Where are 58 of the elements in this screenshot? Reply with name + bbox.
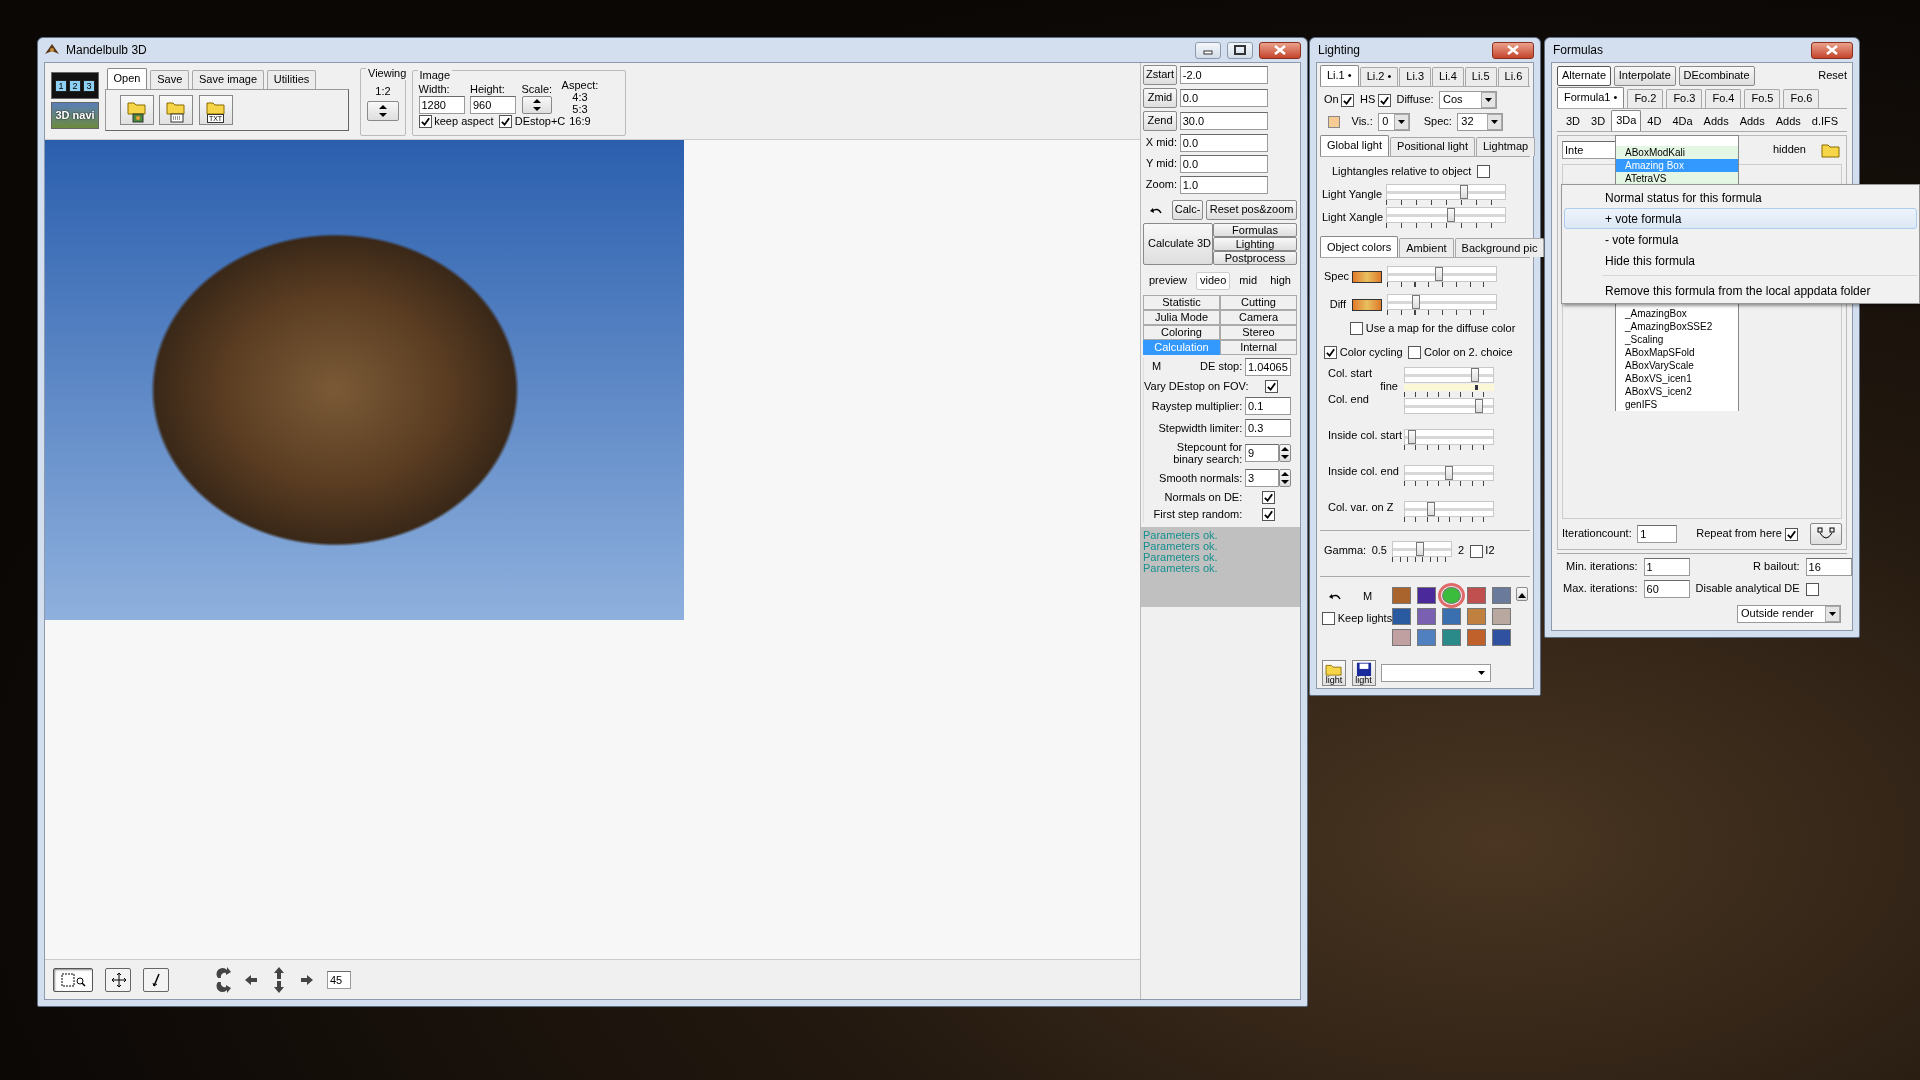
field-label: Vis.:	[1351, 115, 1373, 129]
field-label: Iterationcount:	[1562, 527, 1632, 541]
window-title: Mandelbulb 3D	[66, 42, 147, 58]
slider-label: fine	[1380, 379, 1398, 393]
field-label: Width:	[418, 83, 451, 97]
status-message: Parameters ok.	[1143, 551, 1219, 563]
field-label: Aspect:	[561, 79, 599, 91]
parameter-label: Vary DEstop on FOV:	[1144, 380, 1249, 394]
checkbox-label: I2	[1485, 544, 1495, 558]
checkbox-label: Disable analytical DE	[1695, 582, 1800, 596]
group-label: Image	[417, 69, 453, 83]
checkbox-label: Use a map for the diffuse color	[1365, 322, 1516, 336]
mode-label: M	[1151, 360, 1162, 374]
status-message: Parameters ok.	[1143, 562, 1219, 574]
field-label: Min. iterations:	[1565, 560, 1638, 574]
window-title: Lighting	[1317, 42, 1361, 58]
slider-label: Inside col. end	[1327, 464, 1400, 478]
checkbox-label: Repeat from here	[1696, 527, 1782, 541]
checkbox-label: On	[1324, 93, 1339, 107]
field-label: Spec:	[1423, 115, 1452, 129]
field-label: Y mid:	[1145, 157, 1177, 171]
field-label: Scale:	[521, 83, 553, 97]
mode-label: M	[1363, 589, 1373, 604]
parameter-label: Normals on DE:	[1164, 491, 1243, 505]
field-label: X mid:	[1144, 136, 1177, 150]
parameter-label: Raystep multiplier:	[1151, 399, 1243, 413]
checkbox-label: Keep lights	[1337, 612, 1393, 626]
window-title: Formulas	[1552, 42, 1603, 58]
status-message: Parameters ok.	[1143, 540, 1219, 552]
range-label: 2	[1458, 544, 1465, 558]
slider-label: Col. var. on Z	[1327, 500, 1395, 514]
checkbox-label: Color cycling	[1339, 346, 1403, 360]
checkbox-label: Lightangles relative to object	[1332, 165, 1472, 179]
slider-label: Light Yangle	[1322, 188, 1380, 202]
parameter-label: Smooth normals:	[1159, 471, 1243, 485]
parameter-label: DE stop:	[1200, 360, 1243, 374]
range-label: 0.5	[1371, 544, 1387, 558]
slider-label: Gamma:	[1324, 544, 1367, 558]
parameter-label: Stepcount for binary search:	[1172, 441, 1243, 466]
checkbox-label: DEstop+C	[514, 115, 566, 129]
slider-label: Diff	[1328, 298, 1346, 312]
parameter-label: First step random:	[1153, 508, 1243, 522]
hidden-label: hidden	[1772, 143, 1806, 157]
field-label: Diffuse:	[1396, 93, 1434, 107]
slider-label: Col. start	[1328, 366, 1373, 380]
slider-label: Inside col. start	[1327, 428, 1403, 442]
parameter-label: Stepwidth limiter:	[1158, 421, 1243, 435]
slider-label: Col. end	[1328, 392, 1370, 407]
ratio-label: 1:2	[375, 85, 391, 99]
field-label: R bailout:	[1752, 560, 1800, 574]
group-label: Viewing	[366, 67, 409, 81]
status-message: Parameters ok.	[1143, 529, 1219, 541]
checkbox-label: Color on 2. choice	[1423, 346, 1513, 360]
field-label: Max. iterations:	[1563, 582, 1638, 596]
checkbox-label: keep aspect	[434, 115, 494, 129]
field-label: Zoom:	[1144, 178, 1177, 192]
field-label: Height:	[470, 83, 506, 97]
checkbox-label: HS	[1359, 93, 1376, 107]
